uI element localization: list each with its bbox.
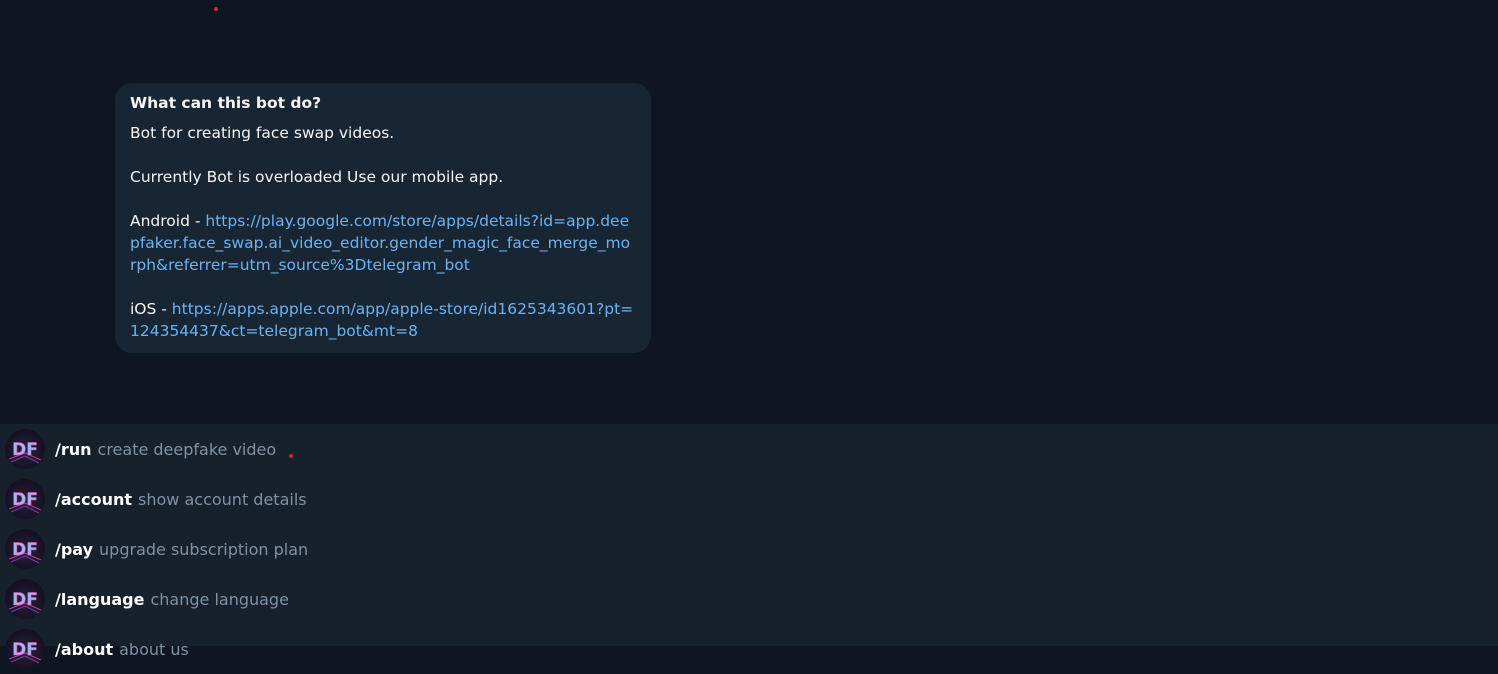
bot-command-list: DF /run create deepfake video DF /account… xyxy=(0,424,1498,669)
command-text: /run create deepfake video xyxy=(55,440,276,459)
bot-description-title: What can this bot do? xyxy=(130,94,322,112)
command-name: /pay xyxy=(55,539,94,559)
command-description: change language xyxy=(150,589,289,609)
avatar-logo-text: DF xyxy=(12,540,38,560)
bot-description-bubble: What can this bot do? Bot for creating f… xyxy=(115,83,651,353)
bot-avatar-icon: DF xyxy=(5,529,45,569)
android-prefix: Android - xyxy=(130,212,206,230)
command-name: /run xyxy=(55,439,92,459)
command-item-language[interactable]: DF /language change language xyxy=(0,574,1498,624)
command-text: /account show account details xyxy=(55,490,307,509)
ios-line: iOS - https://apps.apple.com/app/apple-s… xyxy=(130,298,636,342)
marker-dot xyxy=(289,454,293,458)
bot-avatar-icon: DF xyxy=(5,629,45,669)
marker-dot xyxy=(214,7,218,11)
avatar-logo-text: DF xyxy=(12,640,38,660)
android-link[interactable]: https://play.google.com/store/apps/detai… xyxy=(130,212,630,274)
bot-description-line: Bot for creating face swap videos. xyxy=(130,124,395,142)
command-description: about us xyxy=(119,639,189,659)
command-name: /account xyxy=(55,489,133,509)
command-text: /pay upgrade subscription plan xyxy=(55,540,308,559)
command-item-about[interactable]: DF /about about us xyxy=(0,624,1498,674)
bot-avatar-icon: DF xyxy=(5,579,45,619)
command-description: upgrade subscription plan xyxy=(99,539,309,559)
ios-link[interactable]: https://apps.apple.com/app/apple-store/i… xyxy=(130,300,633,340)
bot-avatar-icon: DF xyxy=(5,479,45,519)
ios-prefix: iOS - xyxy=(130,300,172,318)
command-description: create deepfake video xyxy=(97,439,277,459)
command-item-account[interactable]: DF /account show account details xyxy=(0,474,1498,524)
command-name: /language xyxy=(55,589,145,609)
avatar-logo-text: DF xyxy=(12,440,38,460)
command-description: show account details xyxy=(138,489,307,509)
android-line: Android - https://play.google.com/store/… xyxy=(130,210,636,276)
command-item-run[interactable]: DF /run create deepfake video xyxy=(0,424,1498,474)
bot-description-line: Currently Bot is overloaded Use our mobi… xyxy=(130,168,504,186)
chat-area: What can this bot do? Bot for creating f… xyxy=(0,0,1498,424)
command-item-pay[interactable]: DF /pay upgrade subscription plan xyxy=(0,524,1498,574)
avatar-logo-text: DF xyxy=(12,590,38,610)
avatar-logo-text: DF xyxy=(12,490,38,510)
command-name: /about xyxy=(55,639,114,659)
command-text: /about about us xyxy=(55,640,189,659)
bot-avatar-icon: DF xyxy=(5,429,45,469)
command-text: /language change language xyxy=(55,590,289,609)
